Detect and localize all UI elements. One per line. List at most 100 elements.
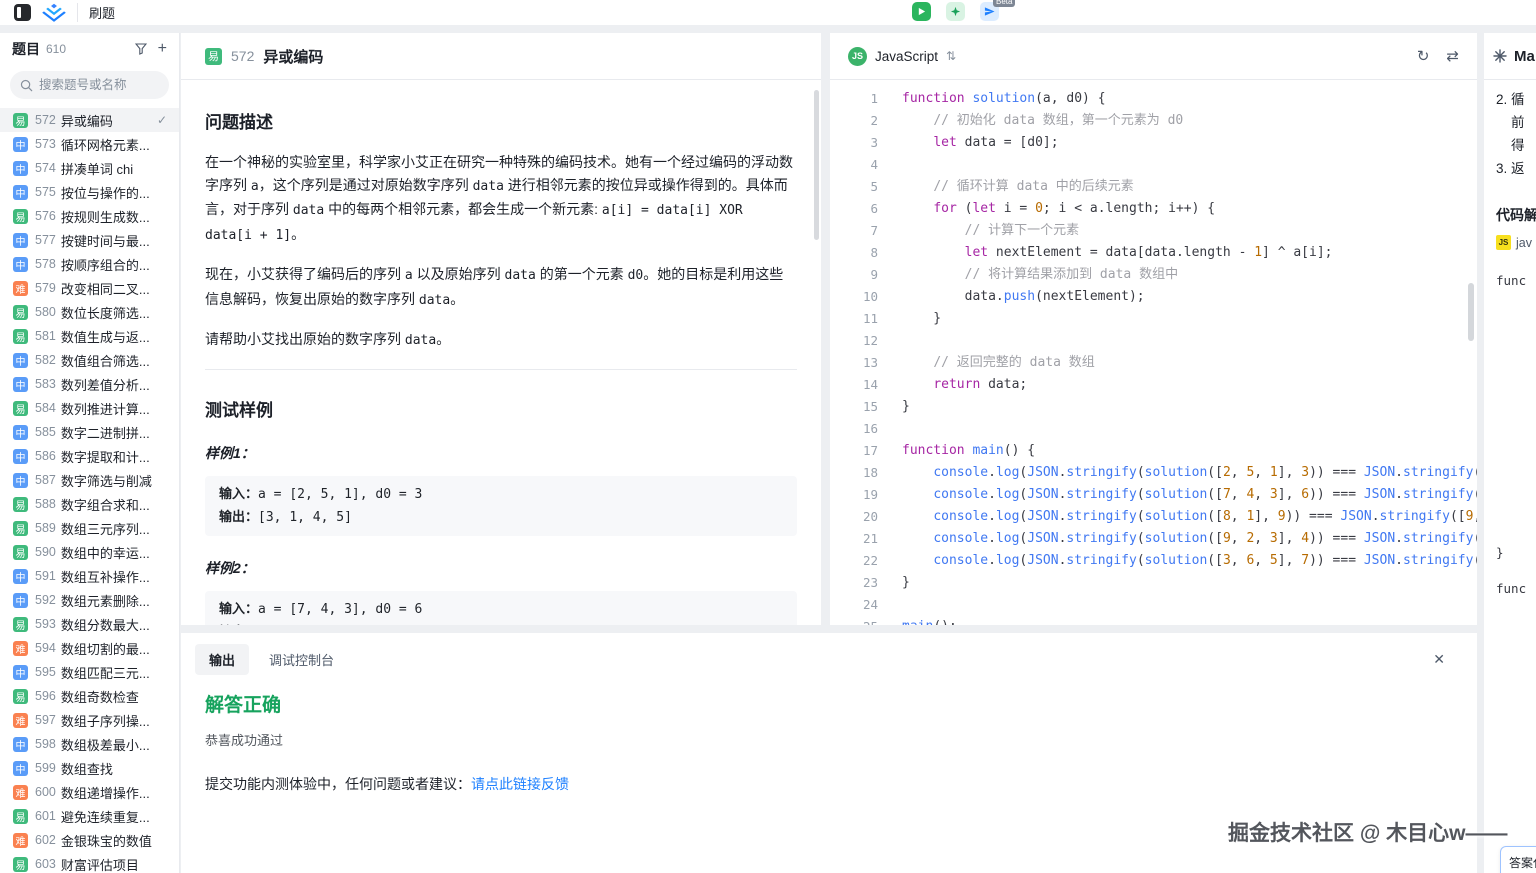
search-input[interactable]: [39, 78, 151, 92]
assistant-lang-label: jav: [1516, 236, 1532, 250]
answer-corner-box[interactable]: 答案代: [1500, 846, 1536, 873]
code-line[interactable]: 19 console.log(JSON.stringify(solution([…: [830, 484, 1477, 506]
run-button[interactable]: [912, 2, 931, 21]
code-line[interactable]: 20 console.log(JSON.stringify(solution([…: [830, 506, 1477, 528]
problem-list-item[interactable]: 易584数列推进计算...: [0, 396, 179, 420]
feedback-link[interactable]: 请点此链接反馈: [471, 776, 569, 792]
code-line[interactable]: 5 // 循环计算 data 中的后续元素: [830, 176, 1477, 198]
code-line[interactable]: 15}: [830, 396, 1477, 418]
code-line[interactable]: 1function solution(a, d0) {: [830, 88, 1477, 110]
code-line[interactable]: 23}: [830, 572, 1477, 594]
code-line[interactable]: 3 let data = [d0];: [830, 132, 1477, 154]
problem-list-item[interactable]: 难594数组切割的最...: [0, 636, 179, 660]
add-icon[interactable]: +: [158, 42, 167, 56]
problem-list-item[interactable]: 难597数组子序列操...: [0, 708, 179, 732]
code-line[interactable]: 2 // 初始化 data 数组，第一个元素为 d0: [830, 110, 1477, 132]
problem-list-item[interactable]: 中592数组元素删除...: [0, 588, 179, 612]
problem-list-item[interactable]: 易588数字组合求和...: [0, 492, 179, 516]
problem-scrollbar[interactable]: [814, 90, 819, 240]
tab-output[interactable]: 输出: [195, 644, 249, 675]
code-text: [878, 330, 902, 352]
samples: 样例1：输入：a = [2, 5, 1], d0 = 3输出：[3, 1, 4,…: [205, 443, 797, 626]
problem-list-item[interactable]: 中577按键时间与最...: [0, 228, 179, 252]
code-line[interactable]: 6 for (let i = 0; i < a.length; i++) {: [830, 198, 1477, 220]
problem-list-item[interactable]: 中573循环网格元素...: [0, 132, 179, 156]
problem-list-item[interactable]: 易589数组三元序列...: [0, 516, 179, 540]
problem-list-item[interactable]: 中587数字筛选与削减: [0, 468, 179, 492]
code-line[interactable]: 4: [830, 154, 1477, 176]
problem-list-item[interactable]: 易576按规则生成数...: [0, 204, 179, 228]
problem-list-item[interactable]: 易581数值生成与返...: [0, 324, 179, 348]
filter-icon[interactable]: [135, 43, 147, 55]
reset-code-icon[interactable]: ↻: [1417, 47, 1430, 65]
problem-list-item[interactable]: 易603财富评估项目: [0, 852, 179, 873]
sidebar-toggle-icon[interactable]: [14, 4, 31, 21]
code-line[interactable]: 22 console.log(JSON.stringify(solution([…: [830, 550, 1477, 572]
problem-list-item[interactable]: 中586数字提取和计...: [0, 444, 179, 468]
section-samples-title: 测试样例: [205, 396, 797, 421]
problem-id: 586: [35, 449, 56, 463]
beautify-button[interactable]: [946, 2, 965, 21]
editor-scrollbar[interactable]: [1468, 283, 1474, 341]
app-title[interactable]: 刷题: [77, 3, 115, 22]
problem-list-item[interactable]: 易580数位长度筛选...: [0, 300, 179, 324]
code-line[interactable]: 9 // 将计算结果添加到 data 数组中: [830, 264, 1477, 286]
code-line[interactable]: 10 data.push(nextElement);: [830, 286, 1477, 308]
problem-list-item[interactable]: 中574拼凑单词 chi: [0, 156, 179, 180]
code-line[interactable]: 24: [830, 594, 1477, 616]
difficulty-badge: 中: [13, 137, 28, 152]
submit-button[interactable]: Beta: [980, 2, 999, 21]
problem-list-item[interactable]: 中591数组互补操作...: [0, 564, 179, 588]
problem-list-item[interactable]: 中575按位与操作的...: [0, 180, 179, 204]
code-line[interactable]: 25main();: [830, 616, 1477, 625]
code-line[interactable]: 12: [830, 330, 1477, 352]
difficulty-badge: 易: [13, 305, 28, 320]
sample-label: 样例1：: [205, 443, 797, 463]
code-line[interactable]: 16: [830, 418, 1477, 440]
code-editor[interactable]: 1function solution(a, d0) {2 // 初始化 data…: [830, 80, 1477, 625]
problem-list-item[interactable]: 中595数组匹配三元...: [0, 660, 179, 684]
difficulty-badge: 易: [13, 617, 28, 632]
assistant-code-header: 代码解: [1496, 205, 1536, 225]
problem-list-item[interactable]: 易572异或编码✓: [0, 108, 179, 132]
problem-list-item[interactable]: 中599数组查找: [0, 756, 179, 780]
close-icon[interactable]: ✕: [1433, 651, 1445, 668]
code-text: let nextElement = data[data.length - 1] …: [878, 242, 1333, 264]
code-line[interactable]: 14 return data;: [830, 374, 1477, 396]
code-line[interactable]: 11 }: [830, 308, 1477, 330]
problem-list-item[interactable]: 易590数组中的幸运...: [0, 540, 179, 564]
problem-list-item[interactable]: 易593数组分数最大...: [0, 612, 179, 636]
problem-list-item[interactable]: 易596数组奇数检查: [0, 684, 179, 708]
code-line[interactable]: 13 // 返回完整的 data 数组: [830, 352, 1477, 374]
juejin-logo-icon[interactable]: [41, 3, 67, 22]
sample-label: 样例2：: [205, 558, 797, 578]
format-code-icon[interactable]: ⇄: [1446, 47, 1459, 65]
code-text: main();: [878, 616, 957, 625]
line-number: 16: [830, 418, 878, 440]
problem-list-item[interactable]: 难600数组递增操作...: [0, 780, 179, 804]
line-number: 5: [830, 176, 878, 198]
problem-list-item[interactable]: 难602金银珠宝的数值: [0, 828, 179, 852]
problem-header: 易 572 异或编码: [181, 33, 821, 80]
code-line[interactable]: 17function main() {: [830, 440, 1477, 462]
problem-title: 数组中的幸运...: [61, 543, 167, 562]
code-text: // 初始化 data 数组，第一个元素为 d0: [878, 110, 1183, 132]
problem-list-item[interactable]: 中585数字二进制拼...: [0, 420, 179, 444]
problem-list-item[interactable]: 难579改变相同二叉...: [0, 276, 179, 300]
difficulty-badge: 易: [13, 689, 28, 704]
code-line[interactable]: 8 let nextElement = data[data.length - 1…: [830, 242, 1477, 264]
problem-id: 578: [35, 257, 56, 271]
problem-list-item[interactable]: 易601避免连续重复...: [0, 804, 179, 828]
language-switch-icon[interactable]: ⇅: [946, 49, 956, 63]
code-line[interactable]: 18 console.log(JSON.stringify(solution([…: [830, 462, 1477, 484]
problem-list-item[interactable]: 中582数值组合筛选...: [0, 348, 179, 372]
tab-debug-console[interactable]: 调试控制台: [255, 644, 348, 675]
problem-list-item[interactable]: 中578按顺序组合的...: [0, 252, 179, 276]
problem-list-item[interactable]: 中583数列差值分析...: [0, 372, 179, 396]
assistant-text: 得: [1511, 134, 1525, 154]
problem-list-item[interactable]: 中598数组极差最小...: [0, 732, 179, 756]
code-line[interactable]: 21 console.log(JSON.stringify(solution([…: [830, 528, 1477, 550]
sample-input: 输入：a = [7, 4, 3], d0 = 6: [219, 598, 783, 621]
problem-title: 数位长度筛选...: [61, 303, 167, 322]
code-line[interactable]: 7 // 计算下一个元素: [830, 220, 1477, 242]
